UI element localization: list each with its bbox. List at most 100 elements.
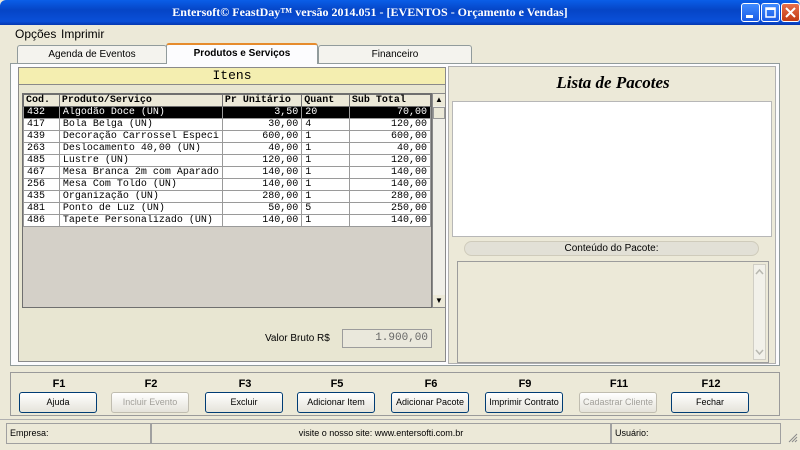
cell-sub-total: 600,00 [348, 130, 431, 143]
adicionar-pacote-button[interactable]: Adicionar Pacote [391, 392, 469, 413]
menu-imprimir[interactable]: Imprimir [61, 27, 104, 41]
cell-cod: 486 [23, 214, 60, 227]
menu-opcoes[interactable]: Opções [15, 27, 56, 41]
cell-quant: 1 [301, 154, 350, 167]
ajuda-button[interactable]: Ajuda [19, 392, 97, 413]
table-row[interactable]: 486 Tapete Personalizado (UN) 140,00 1 140,0… [23, 214, 431, 227]
cell-quant: 1 [301, 166, 350, 179]
imprimir-contrato-button[interactable]: Imprimir Contrato [485, 392, 563, 413]
cell-pr-unitario: 30,00 [221, 118, 303, 131]
cell-sub-total: 120,00 [348, 154, 431, 167]
valor-bruto-field: 1.900,00 [342, 329, 432, 348]
conteudo-pacote-box[interactable] [457, 261, 769, 363]
pacotes-panel: Lista de Pacotes Conteúdo do Pacote: [448, 66, 776, 364]
cell-quant: 1 [301, 214, 350, 227]
cell-produto: Lustre (UN) [58, 154, 223, 167]
col-pr-unitario[interactable]: Pr Unitário [221, 94, 303, 107]
cell-cod: 467 [23, 166, 60, 179]
cell-sub-total: 70,00 [348, 106, 431, 119]
table-row[interactable]: 263 Deslocamento 40,00 (UN) 40,00 1 40,00 [23, 142, 431, 155]
cell-pr-unitario: 140,00 [221, 214, 303, 227]
cell-cod: 263 [23, 142, 60, 155]
grid-header-row: Cod. Produto/Serviço Pr Unitário Quant S… [23, 94, 431, 107]
cell-produto: Bola Belga (UN) [58, 118, 223, 131]
minimize-button[interactable] [741, 3, 760, 22]
cell-pr-unitario: 600,00 [221, 130, 303, 143]
fkey-label-f2: F2 [144, 378, 158, 390]
items-scrollbar[interactable]: ▲ ▼ [432, 93, 446, 308]
table-row[interactable]: 467 Mesa Branca 2m com Aparado 140,00 1 140,… [23, 166, 431, 179]
tab-agenda-eventos[interactable]: Agenda de Eventos [17, 45, 167, 63]
resize-grip-icon[interactable] [786, 431, 798, 443]
table-row[interactable]: 256 Mesa Com Toldo (UN) 140,00 1 140,00 [23, 178, 431, 191]
items-grid[interactable]: Cod. Produto/Serviço Pr Unitário Quant S… [22, 93, 432, 308]
scroll-down-icon[interactable]: ▼ [433, 295, 445, 307]
cell-produto: Ponto de Luz (UN) [58, 202, 223, 215]
adicionar-item-button[interactable]: Adicionar Item [297, 392, 375, 413]
cell-cod: 256 [23, 178, 60, 191]
fkey-label-f5: F5 [330, 378, 344, 390]
cell-quant: 1 [301, 142, 350, 155]
cell-cod: 435 [23, 190, 60, 203]
maximize-button[interactable] [761, 3, 780, 22]
conteudo-pacote-label: Conteúdo do Pacote: [464, 241, 759, 256]
col-sub-total[interactable]: Sub Total [348, 94, 431, 107]
close-icon [785, 7, 796, 18]
tab-produtos-servicos[interactable]: Produtos e Serviços [166, 43, 318, 64]
cell-sub-total: 120,00 [348, 118, 431, 131]
menu-bar: Opções Imprimir [0, 25, 800, 43]
cell-pr-unitario: 40,00 [221, 142, 303, 155]
cell-pr-unitario: 140,00 [221, 178, 303, 191]
cell-produto: Mesa Branca 2m com Aparado [58, 166, 223, 179]
col-produto[interactable]: Produto/Serviço [58, 94, 223, 107]
table-row[interactable]: 439 Decoração Carrossel Especi 600,00 1 600,… [23, 130, 431, 143]
scroll-down-icon[interactable] [754, 347, 765, 357]
cell-sub-total: 140,00 [348, 166, 431, 179]
tab-financeiro[interactable]: Financeiro [318, 45, 472, 63]
cell-quant: 4 [301, 118, 350, 131]
conteudo-scrollbar[interactable] [753, 264, 766, 360]
cell-quant: 1 [301, 178, 350, 191]
cell-sub-total: 40,00 [348, 142, 431, 155]
scroll-up-icon[interactable]: ▲ [433, 94, 445, 106]
cell-sub-total: 140,00 [348, 178, 431, 191]
fechar-button[interactable]: Fechar [671, 392, 749, 413]
maximize-icon [765, 7, 776, 18]
col-cod[interactable]: Cod. [23, 94, 60, 107]
items-header: Itens [19, 68, 445, 85]
function-keys-bar: F1 Ajuda F2 Incluir Evento F3 Excluir F5… [10, 372, 780, 416]
cell-pr-unitario: 280,00 [221, 190, 303, 203]
cadastrar-cliente-button[interactable]: Cadastrar Cliente [579, 392, 657, 413]
close-button[interactable] [781, 3, 800, 22]
cell-sub-total: 140,00 [348, 214, 431, 227]
fkey-label-f11: F11 [609, 378, 629, 390]
table-row[interactable]: 432 Algodão Doce (UN) 3,50 20 70,00 [23, 106, 431, 119]
table-row[interactable]: 417 Bola Belga (UN) 30,00 4 120,00 [23, 118, 431, 131]
cell-produto: Decoração Carrossel Especi [58, 130, 223, 143]
window-title: Entersoft© FeastDay™ versão 2014.051 - [… [172, 5, 568, 19]
cell-cod: 417 [23, 118, 60, 131]
table-row[interactable]: 435 Organização (UN) 280,00 1 280,00 [23, 190, 431, 203]
pacotes-title: Lista de Pacotes [556, 73, 670, 92]
incluir-evento-button[interactable]: Incluir Evento [111, 392, 189, 413]
fkey-label-f6: F6 [424, 378, 438, 390]
valor-bruto-label: Valor Bruto R$ [265, 333, 330, 344]
col-quant[interactable]: Quant [301, 94, 350, 107]
title-bar: Entersoft© FeastDay™ versão 2014.051 - [… [0, 0, 800, 25]
cell-pr-unitario: 3,50 [221, 106, 303, 119]
scroll-thumb[interactable] [433, 107, 445, 119]
excluir-button[interactable]: Excluir [205, 392, 283, 413]
cell-quant: 5 [301, 202, 350, 215]
scroll-up-icon[interactable] [754, 267, 765, 277]
cell-quant: 20 [301, 106, 350, 119]
cell-pr-unitario: 140,00 [221, 166, 303, 179]
pacotes-list[interactable] [452, 101, 772, 237]
items-panel: Itens Cod. Produto/Serviço Pr Unitário Q… [18, 67, 446, 362]
cell-quant: 1 [301, 130, 350, 143]
cell-pr-unitario: 50,00 [221, 202, 303, 215]
cell-cod: 481 [23, 202, 60, 215]
minimize-icon [746, 15, 753, 18]
table-row[interactable]: 485 Lustre (UN) 120,00 1 120,00 [23, 154, 431, 167]
cell-produto: Deslocamento 40,00 (UN) [58, 142, 223, 155]
table-row[interactable]: 481 Ponto de Luz (UN) 50,00 5 250,00 [23, 202, 431, 215]
